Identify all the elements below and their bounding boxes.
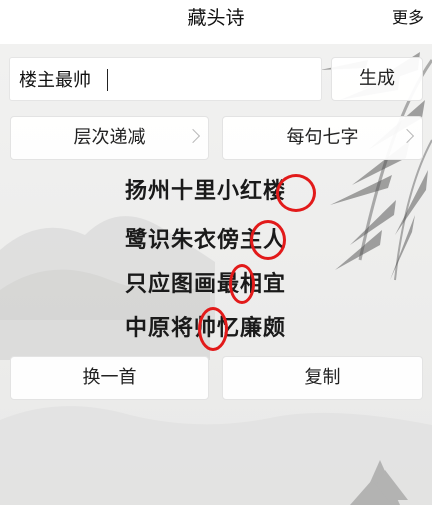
generate-button[interactable]: 生成 xyxy=(331,57,423,101)
text-cursor xyxy=(107,69,108,91)
poem-line: 扬州十里小红楼 xyxy=(125,179,287,204)
another-poem-button[interactable]: 换一首 xyxy=(10,356,209,400)
acrostic-text-input[interactable] xyxy=(10,58,321,100)
more-button[interactable]: 更多 xyxy=(392,0,424,44)
mode-select-label: 层次递减 xyxy=(73,127,146,148)
poem-line: 只应图画最相宜 xyxy=(125,272,287,297)
poem-line: 中原将帅忆廉颇 xyxy=(125,316,287,341)
chevron-right-icon xyxy=(399,128,415,144)
chevron-right-icon xyxy=(185,128,201,144)
acrostic-input-field[interactable] xyxy=(9,57,322,101)
mode-select-button[interactable]: 层次递减 xyxy=(10,116,209,160)
length-select-button[interactable]: 每句七字 xyxy=(222,116,423,160)
length-select-label: 每句七字 xyxy=(286,127,359,148)
poem-line: 鹭识朱衣傍主人 xyxy=(125,228,287,253)
page-title: 藏头诗 xyxy=(187,7,245,29)
copy-button[interactable]: 复制 xyxy=(222,356,423,400)
top-bar: 藏头诗 更多 xyxy=(0,0,432,44)
